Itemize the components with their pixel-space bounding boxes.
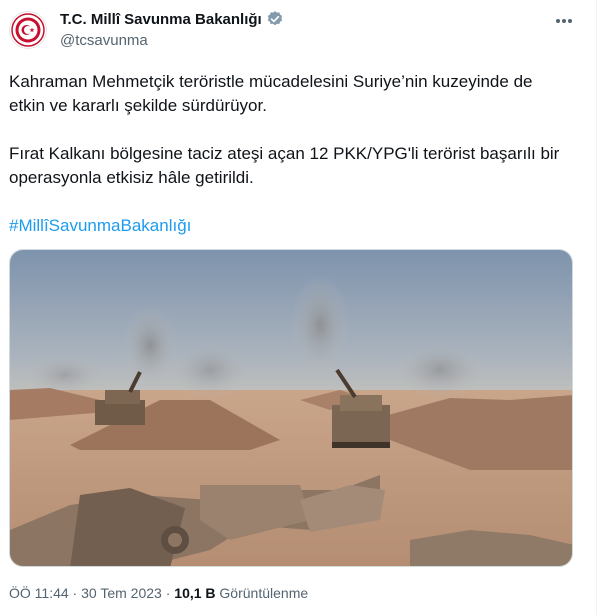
tweet-card: T.C. Millî Savunma Bakanlığı @tcsavunma … [0,0,597,615]
tweet-paragraph: Fırat Kalkanı bölgesine taciz ateşi açan… [9,142,559,190]
ministry-seal-icon [11,13,45,47]
avatar[interactable] [9,11,47,49]
views-count: 10,1 B [174,585,216,601]
more-options-icon [556,19,572,23]
tweet-line: operasyonla etkisiz hâle getirildi. [9,168,254,187]
tweet-date[interactable]: 30 Tem 2023 [81,585,162,601]
tweet-line: Kahraman Mehmetçik teröristle mücadelesi… [9,72,533,91]
author-name-text: T.C. Millî Savunma Bakanlığı [60,10,262,28]
tweet-line: etkin ve kararlı şekilde sürdürüyor. [9,96,267,115]
tweet-paragraph: Kahraman Mehmetçik teröristle mücadelesi… [9,70,532,118]
separator: · [161,585,175,601]
more-options-button[interactable] [553,12,575,30]
tweet-time[interactable]: ÖÖ 11:44 [9,585,69,601]
tweet-line: Fırat Kalkanı bölgesine taciz ateşi açan… [9,144,560,163]
views-label: Görüntülenme [215,585,309,601]
author-display-name[interactable]: T.C. Millî Savunma Bakanlığı [60,10,284,28]
author-handle[interactable]: @tcsavunma [60,32,148,49]
verified-badge-icon [267,11,282,26]
hashtag-link[interactable]: #MillîSavunmaBakanlığı [9,214,191,238]
artillery-photo [10,250,572,566]
tweet-media-photo[interactable] [9,249,573,567]
tweet-metadata: ÖÖ 11:44 · 30 Tem 2023 · 10,1 B Görüntül… [9,585,308,601]
separator: · [68,585,82,601]
